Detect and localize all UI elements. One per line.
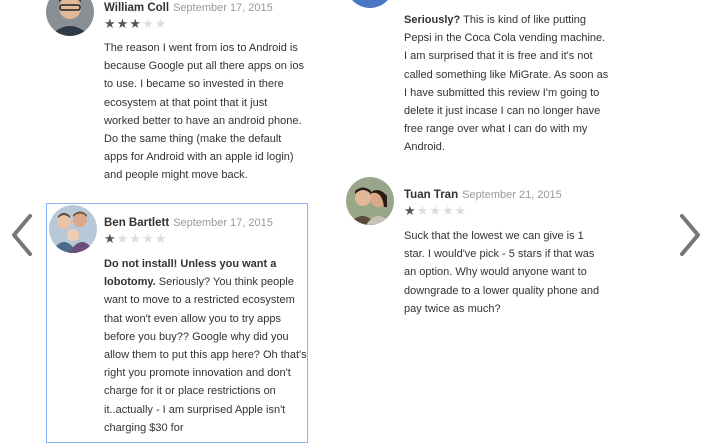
- star-filled-icon: ★: [129, 16, 142, 31]
- next-page-button[interactable]: [674, 212, 704, 258]
- star-empty-icon: ★: [441, 203, 455, 218]
- star-filled-icon: ★: [104, 16, 117, 31]
- star-filled-icon: ★: [104, 231, 117, 246]
- review-body: The reason I went from ios to Android is…: [104, 42, 304, 182]
- review-text: Seriously? This is kind of like putting …: [404, 11, 609, 157]
- star-rating: ★★★★★: [404, 204, 467, 217]
- star-empty-icon: ★: [154, 16, 168, 31]
- review-date: September 21, 2015: [462, 189, 562, 201]
- review-card[interactable]: Tuan Tran September 21, 2015 ★★★★★ Suck t…: [346, 176, 616, 326]
- avatar: [346, 177, 394, 225]
- star-empty-icon: ★: [454, 203, 468, 218]
- star-empty-icon: ★: [116, 231, 130, 246]
- avatar: [346, 0, 394, 8]
- star-empty-icon: ★: [141, 231, 155, 246]
- star-empty-icon: ★: [154, 231, 168, 246]
- star-empty-icon: ★: [141, 16, 155, 31]
- review-author: William Coll: [104, 2, 170, 14]
- review-body: Suck that the lowest we can give is 1 st…: [404, 230, 600, 315]
- review-card-selected[interactable]: Ben Bartlett September 17, 2015 ★★★★★ Do …: [46, 203, 308, 443]
- star-rating: ★★★★★: [104, 17, 167, 30]
- review-author: Tuan Tran: [404, 189, 459, 201]
- chevron-right-icon: [680, 214, 700, 256]
- avatar: [49, 205, 97, 253]
- review-body: This is kind of like putting Pepsi in th…: [404, 14, 609, 154]
- review-card[interactable]: Seriously? This is kind of like putting …: [346, 0, 616, 160]
- star-empty-icon: ★: [129, 231, 142, 246]
- review-text: Suck that the lowest we can give is 1 st…: [404, 227, 604, 318]
- star-filled-icon: ★: [116, 16, 130, 31]
- star-empty-icon: ★: [429, 203, 442, 218]
- star-empty-icon: ★: [416, 203, 430, 218]
- review-text: Do not install! Unless you want a loboto…: [104, 255, 307, 437]
- review-card[interactable]: William Coll September 17, 2015 ★★★★★ The…: [46, 0, 308, 188]
- review-body: Seriously? You think people want to move…: [104, 276, 307, 434]
- avatar: [46, 0, 94, 36]
- star-rating: ★★★★★: [104, 232, 167, 245]
- review-date: September 17, 2015: [173, 217, 273, 229]
- review-date: September 17, 2015: [173, 2, 273, 14]
- review-author: Ben Bartlett: [104, 217, 170, 229]
- previous-page-button[interactable]: [8, 212, 38, 258]
- review-title: Seriously?: [404, 14, 461, 26]
- review-text: The reason I went from ios to Android is…: [104, 39, 304, 185]
- chevron-left-icon: [12, 214, 32, 256]
- star-filled-icon: ★: [404, 203, 417, 218]
